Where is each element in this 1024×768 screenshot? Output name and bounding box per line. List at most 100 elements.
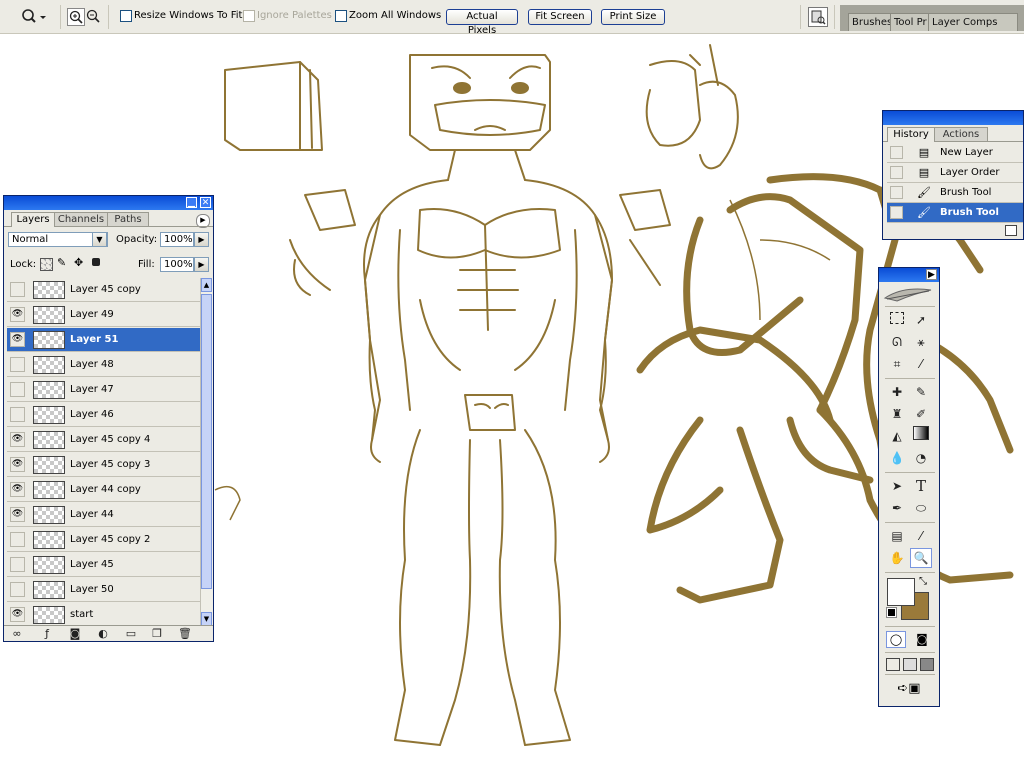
scroll-up-icon[interactable]: ▲ <box>201 278 212 292</box>
eye-icon[interactable]: 👁 <box>10 457 25 472</box>
tab-layers[interactable]: Layers <box>11 212 55 227</box>
layer-row[interactable]: 👁 Layer 45 copy 4 <box>7 428 200 452</box>
layer-mask-icon[interactable]: ◙ <box>68 626 82 642</box>
tab-paths[interactable]: Paths <box>107 212 149 227</box>
eye-icon[interactable]: 👁 <box>10 507 25 522</box>
swap-colors-icon[interactable]: ⤡ <box>919 576 927 587</box>
tab-history[interactable]: History <box>887 127 935 142</box>
layer-row[interactable]: 👁 Layer 51 <box>7 328 200 352</box>
eye-icon[interactable]: 👁 <box>10 607 25 622</box>
eye-icon[interactable]: 👁 <box>10 307 25 322</box>
new-group-icon[interactable]: ▭ <box>124 626 138 642</box>
quick-mask-icon[interactable]: ◙ <box>912 631 932 648</box>
chevron-down-icon[interactable]: ▼ <box>92 232 107 247</box>
link-layers-icon[interactable]: ∞ <box>10 626 24 642</box>
crop-tool-icon[interactable]: ⌗ <box>886 354 908 374</box>
path-selection-icon[interactable]: ➤ <box>886 476 908 496</box>
layer-row[interactable]: Layer 50 <box>7 578 200 602</box>
clone-stamp-icon[interactable]: ♜ <box>886 404 908 424</box>
layer-row[interactable]: 👁 Layer 49 <box>7 303 200 327</box>
foreground-color-swatch[interactable] <box>887 578 915 606</box>
zoom-in-icon[interactable] <box>67 8 85 26</box>
lock-all-icon[interactable] <box>92 258 100 266</box>
screen-mode-standard-icon[interactable] <box>886 658 900 671</box>
eye-icon[interactable]: 👁 <box>10 432 25 447</box>
adjustment-layer-icon[interactable]: ◐ <box>96 626 110 642</box>
layer-style-icon[interactable]: ƒ <box>40 626 54 642</box>
feather-logo-icon[interactable] <box>883 284 935 304</box>
toolbox-menu-icon[interactable]: ▶ <box>926 269 937 280</box>
eye-icon[interactable]: 👁 <box>10 482 25 497</box>
opacity-arrow-icon[interactable]: ▶ <box>194 232 209 247</box>
visibility-toggle[interactable] <box>10 557 25 572</box>
history-panel-titlebar[interactable] <box>883 111 1023 125</box>
layer-row[interactable]: 👁 Layer 45 copy 3 <box>7 453 200 477</box>
layers-panel-titlebar[interactable]: ▁ ✕ <box>4 196 213 210</box>
history-source-checkbox[interactable] <box>890 146 903 159</box>
hand-tool-icon[interactable]: ✋ <box>886 548 908 568</box>
layer-row[interactable]: Layer 46 <box>7 403 200 427</box>
history-state[interactable]: 🖌 Brush Tool <box>887 203 1023 223</box>
layer-row[interactable]: Layer 45 <box>7 553 200 577</box>
blur-tool-icon[interactable]: 💧 <box>886 448 908 468</box>
zoom-out-icon[interactable] <box>85 8 101 24</box>
visibility-toggle[interactable] <box>10 357 25 372</box>
brushes-well-tab[interactable]: Brushes <box>848 13 896 31</box>
trash-icon[interactable]: 🗑 <box>178 626 192 642</box>
fit-screen-button[interactable]: Fit Screen <box>528 9 592 25</box>
history-source-checkbox[interactable] <box>890 166 903 179</box>
layer-row[interactable]: 👁 start <box>7 603 200 626</box>
history-source-checkbox[interactable] <box>890 186 903 199</box>
new-layer-icon[interactable]: ❐ <box>150 626 164 642</box>
print-size-button[interactable]: Print Size <box>601 9 665 25</box>
file-browser-icon[interactable] <box>808 7 828 27</box>
lock-transparency-icon[interactable] <box>40 258 53 271</box>
layer-row[interactable]: 👁 Layer 44 <box>7 503 200 527</box>
brush-tool-icon[interactable]: ✎ <box>910 382 932 402</box>
history-state[interactable]: 🖌 Brush Tool <box>887 183 1023 203</box>
lock-position-icon[interactable]: ✥ <box>74 256 83 269</box>
history-source-checkbox[interactable] <box>890 206 903 219</box>
gradient-tool-icon[interactable] <box>910 426 932 446</box>
zoom-all-windows-checkbox[interactable] <box>335 10 347 22</box>
scroll-down-icon[interactable]: ▼ <box>201 612 212 626</box>
tab-actions[interactable]: Actions <box>934 127 988 142</box>
layer-row[interactable]: 👁 Layer 44 copy <box>7 478 200 502</box>
toolbox-titlebar[interactable]: ▶ <box>879 268 939 282</box>
move-tool-icon[interactable]: ➚ <box>910 310 932 330</box>
history-state[interactable]: ▤ Layer Order <box>887 163 1023 183</box>
new-document-icon[interactable] <box>1005 225 1017 236</box>
fill-arrow-icon[interactable]: ▶ <box>194 257 209 272</box>
eraser-tool-icon[interactable]: ◭ <box>886 426 908 446</box>
screen-mode-full-icon[interactable] <box>920 658 934 671</box>
default-colors-icon[interactable] <box>886 607 897 618</box>
notes-tool-icon[interactable]: ▤ <box>886 526 908 546</box>
slice-tool-icon[interactable]: ⁄ <box>910 354 932 374</box>
history-state[interactable]: ▤ New Layer <box>887 143 1023 163</box>
lasso-tool-icon[interactable]: ᘏ <box>886 332 908 352</box>
pen-tool-icon[interactable]: ✒ <box>886 498 908 518</box>
healing-brush-icon[interactable]: ✚ <box>886 382 908 402</box>
zoom-tool-icon[interactable] <box>20 8 46 26</box>
visibility-toggle[interactable] <box>10 532 25 547</box>
tab-channels[interactable]: Channels <box>54 212 108 227</box>
marquee-tool-icon[interactable] <box>886 310 908 330</box>
resize-windows-checkbox[interactable] <box>120 10 132 22</box>
dodge-tool-icon[interactable]: ◔ <box>910 448 932 468</box>
layer-row[interactable]: Layer 48 <box>7 353 200 377</box>
scroll-thumb[interactable] <box>201 294 212 589</box>
fill-input[interactable]: 100% <box>160 257 194 272</box>
eye-icon[interactable]: 👁 <box>10 332 25 347</box>
standard-mode-icon[interactable]: ◯ <box>886 631 906 648</box>
visibility-toggle[interactable] <box>10 582 25 597</box>
layer-row[interactable]: Layer 47 <box>7 378 200 402</box>
layer-comps-well-tab[interactable]: Layer Comps <box>928 13 1018 31</box>
layers-scrollbar[interactable]: ▲ ▼ <box>200 278 213 626</box>
opacity-input[interactable]: 100% <box>160 232 194 247</box>
screen-mode-menubar-icon[interactable] <box>903 658 917 671</box>
imageready-jump-icon[interactable]: ➪▣ <box>889 680 929 698</box>
type-tool-icon[interactable]: T <box>910 476 932 496</box>
layer-row[interactable]: Layer 45 copy 2 <box>7 528 200 552</box>
minimize-icon[interactable]: ▁ <box>186 197 197 208</box>
shape-tool-icon[interactable]: ⬭ <box>910 498 932 518</box>
